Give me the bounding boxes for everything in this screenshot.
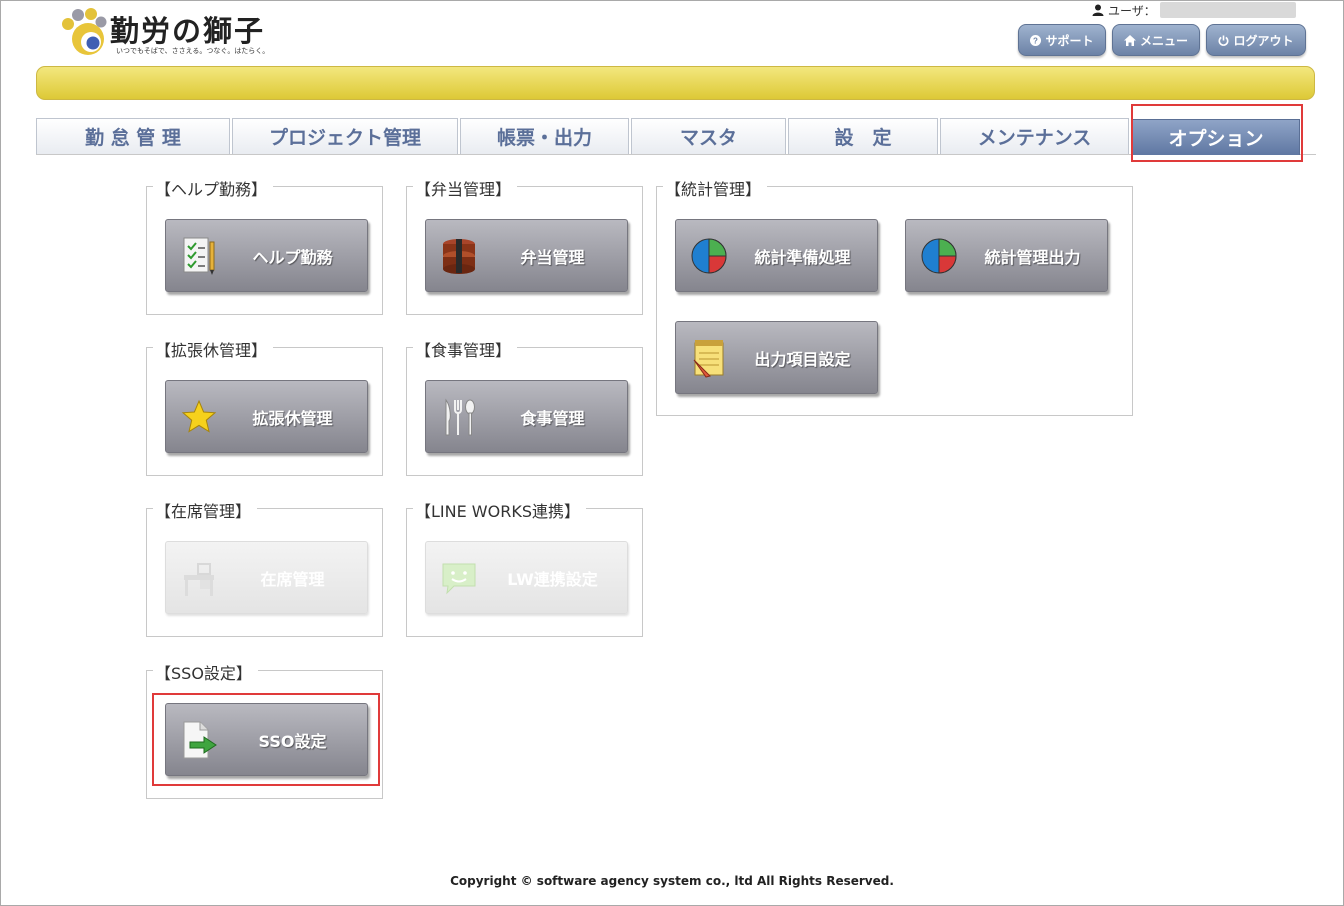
tab-project[interactable]: プロジェクト管理: [232, 118, 458, 154]
desk-icon: [184, 563, 214, 596]
button-label: 食事管理: [520, 408, 585, 428]
cutlery-icon: [445, 398, 475, 436]
user-name-redacted: [1159, 2, 1296, 18]
group-meal: 【食事管理】 食事管理: [406, 337, 643, 476]
help-work-button[interactable]: ヘルプ勤務: [165, 219, 368, 292]
menu-label: メニュー: [1139, 33, 1188, 48]
tab-settings[interactable]: 設 定: [788, 118, 938, 154]
group-lineworks: 【LINE WORKS連携】 LW連携設定: [406, 498, 643, 637]
group-bento: 【弁当管理】 弁当管理: [406, 176, 643, 315]
stats-output-button[interactable]: 統計管理出力: [905, 219, 1108, 292]
sso-settings-button[interactable]: SSO設定: [165, 703, 368, 776]
button-label: 出力項目設定: [754, 349, 851, 369]
presence-button: 在席管理: [165, 541, 368, 614]
star-icon: [181, 399, 217, 433]
button-label: 拡張休管理: [252, 408, 333, 428]
button-label: 統計準備処理: [754, 247, 851, 267]
group-title: 【拡張休管理】: [153, 337, 274, 361]
tab-attendance[interactable]: 勤 怠 管 理: [36, 118, 230, 154]
header-bar: [36, 66, 1315, 100]
output-item-settings-button[interactable]: 出力項目設定: [675, 321, 878, 394]
group-title: 【LINE WORKS連携】: [413, 498, 586, 522]
logout-label: ログアウト: [1233, 33, 1294, 48]
svg-text:?: ?: [1034, 36, 1039, 45]
chat-bubble-icon: [442, 563, 476, 595]
tab-maintenance[interactable]: メンテナンス: [940, 118, 1129, 154]
pie-chart-icon: [921, 238, 957, 274]
group-presence: 【在席管理】 在席管理: [146, 498, 383, 637]
bento-button[interactable]: 弁当管理: [425, 219, 628, 292]
document-arrow-icon: [183, 721, 217, 759]
logout-button[interactable]: ログアウト: [1206, 24, 1306, 56]
tab-master[interactable]: マスタ: [631, 118, 786, 154]
lineworks-settings-button: LW連携設定: [425, 541, 628, 614]
main-tabs: 勤 怠 管 理 プロジェクト管理 帳票・出力 マスタ 設 定 メンテナンス オプ…: [36, 118, 1316, 155]
notepad-icon: [693, 340, 724, 378]
user-label: ユーザ：: [1108, 3, 1156, 18]
app-tagline: いつでもそばで、ささえる。つなぐ。はたらく。: [116, 47, 270, 55]
lunchbox-icon: [443, 239, 475, 274]
group-title: 【在席管理】: [153, 498, 258, 522]
button-label: SSO設定: [258, 731, 327, 751]
support-label: サポート: [1045, 33, 1094, 48]
tab-reports[interactable]: 帳票・出力: [460, 118, 629, 154]
power-icon: [1219, 35, 1229, 46]
group-title: 【ヘルプ勤務】: [153, 176, 274, 200]
menu-button[interactable]: メニュー: [1112, 24, 1200, 56]
question-icon: ?: [1030, 34, 1042, 46]
footer-copyright: Copyright © software agency system co., …: [450, 874, 894, 888]
group-sso: 【SSO設定】 SSO設定: [146, 660, 383, 799]
header-buttons: ? サポート メニュー ログアウト: [1018, 24, 1306, 56]
group-statistics: 【統計管理】 統計準備処理 統計管理出力 出力項目設定: [656, 176, 1133, 416]
button-label: ヘルプ勤務: [252, 247, 333, 267]
group-help-work: 【ヘルプ勤務】 ヘルプ勤務: [146, 176, 383, 315]
app-logo: 勤労の獅子 いつでもそばで、ささえる。つなぐ。はたらく。: [58, 6, 288, 58]
button-label: 統計管理出力: [984, 247, 1081, 267]
extended-leave-button[interactable]: 拡張休管理: [165, 380, 368, 453]
pie-chart-icon: [691, 238, 727, 274]
group-title: 【統計管理】: [663, 176, 768, 200]
button-label: 弁当管理: [520, 247, 585, 267]
user-info: ユーザ：: [1092, 2, 1296, 18]
stats-prep-button[interactable]: 統計準備処理: [675, 219, 878, 292]
home-icon: [1123, 34, 1136, 46]
checklist-icon: [183, 237, 215, 275]
button-label: 在席管理: [260, 569, 325, 589]
support-button[interactable]: ? サポート: [1018, 24, 1106, 56]
group-extended-leave: 【拡張休管理】 拡張休管理: [146, 337, 383, 476]
tab-options[interactable]: オプション: [1132, 119, 1300, 155]
meal-button[interactable]: 食事管理: [425, 380, 628, 453]
app-title: 勤労の獅子: [110, 14, 266, 48]
user-icon: [1092, 4, 1104, 16]
group-title: 【SSO設定】: [153, 660, 258, 684]
button-label: LW連携設定: [507, 569, 598, 589]
group-title: 【食事管理】: [413, 337, 518, 361]
group-title: 【弁当管理】: [413, 176, 518, 200]
lion-paw-icon: [62, 8, 107, 55]
